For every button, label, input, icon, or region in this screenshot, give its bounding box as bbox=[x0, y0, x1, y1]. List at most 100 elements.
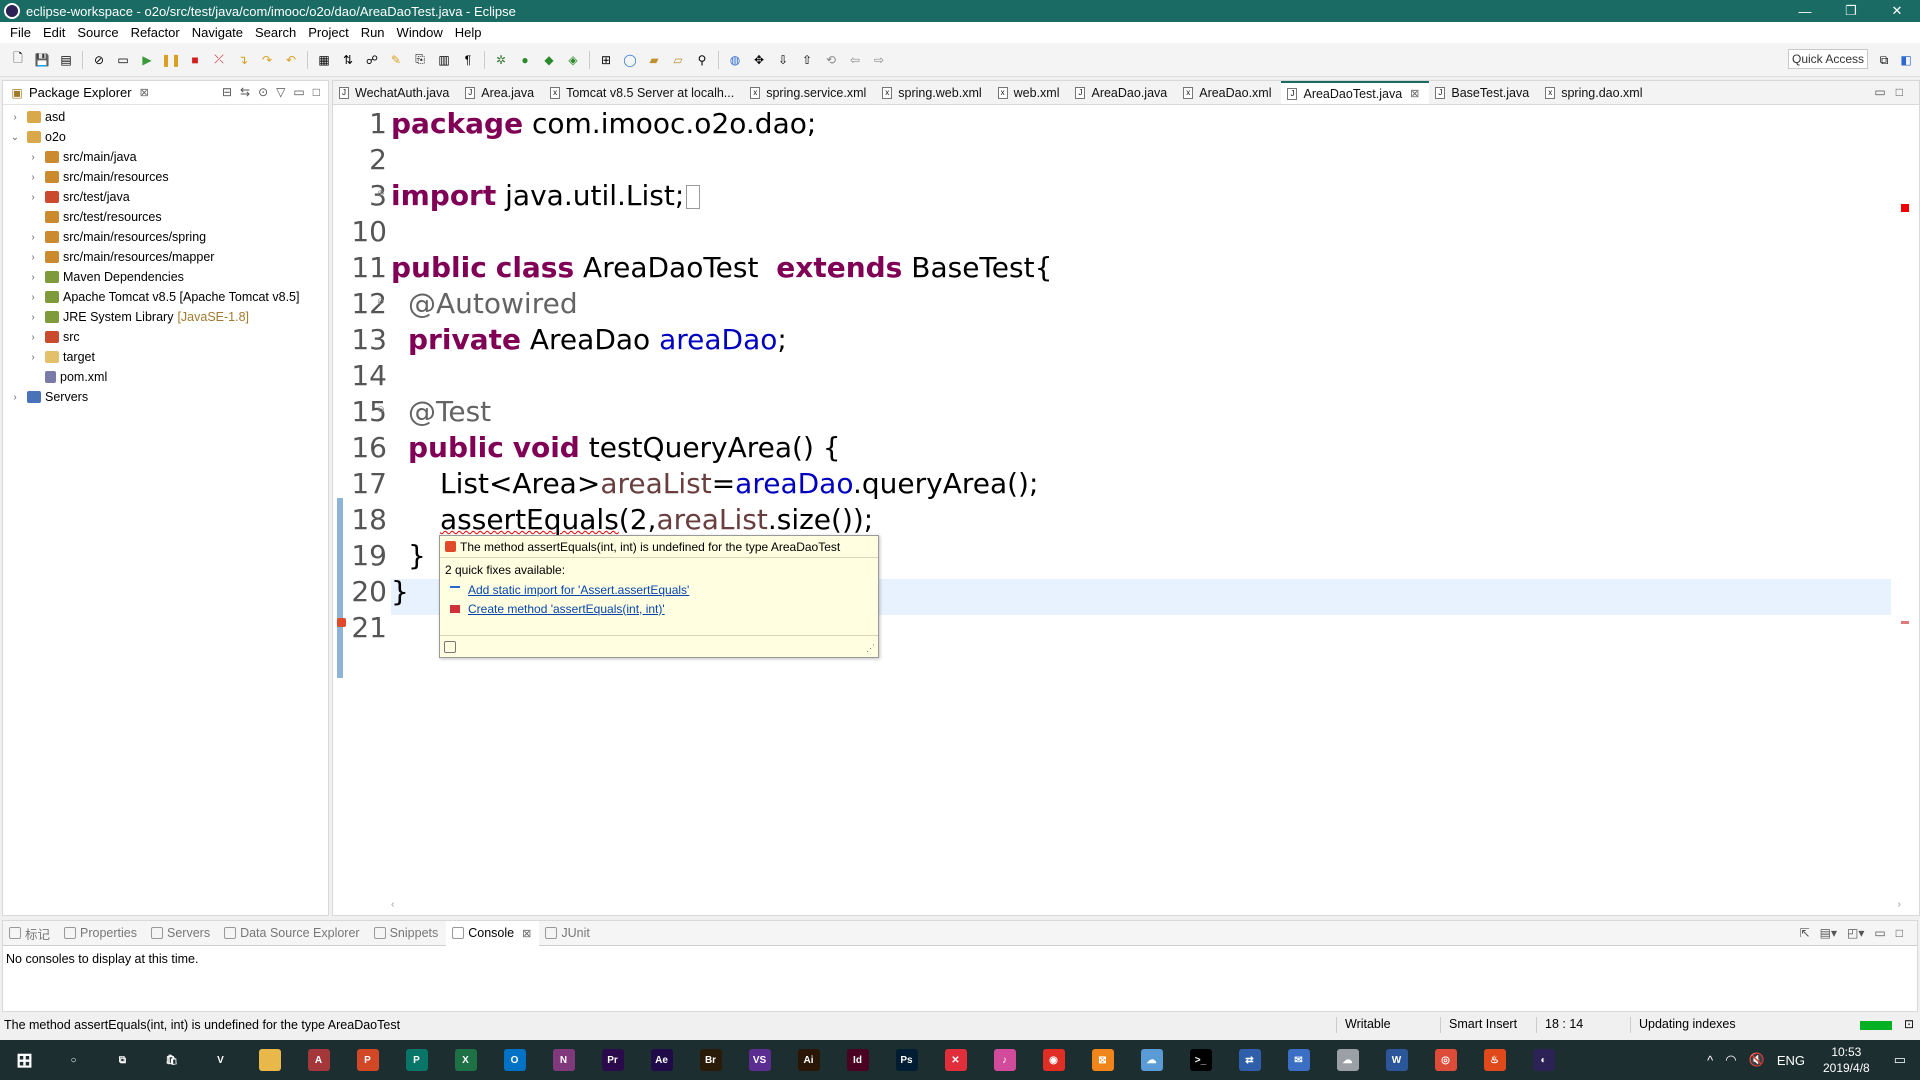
editor-tab[interactable]: x spring.service.xml bbox=[744, 81, 876, 104]
taskbar-app[interactable]: V bbox=[196, 1040, 245, 1080]
taskbar-app[interactable]: ⧉ bbox=[98, 1040, 147, 1080]
volume-icon[interactable]: 🔇 bbox=[1749, 1052, 1765, 1068]
tree-item[interactable]: › src/test/java bbox=[3, 187, 328, 207]
overview-line-marker[interactable] bbox=[1901, 621, 1909, 624]
maximize-view-icon[interactable]: □ bbox=[313, 85, 320, 99]
taskbar-app[interactable]: Br bbox=[686, 1040, 735, 1080]
editor-tab[interactable]: x spring.dao.xml bbox=[1539, 81, 1652, 104]
taskbar-app[interactable]: Id bbox=[833, 1040, 882, 1080]
close-button[interactable]: ✕ bbox=[1874, 0, 1920, 22]
forward-icon[interactable]: ⇨ bbox=[871, 52, 887, 68]
run-icon[interactable]: ● bbox=[517, 52, 533, 68]
resize-grip-icon[interactable]: ⋰ bbox=[866, 643, 875, 654]
tree-item[interactable]: › src/main/resources/mapper bbox=[3, 247, 328, 267]
block-selection-icon[interactable]: ▥ bbox=[436, 52, 452, 68]
link-editor-icon[interactable]: ⇆ bbox=[240, 85, 250, 99]
folded-imports-icon[interactable] bbox=[686, 185, 701, 209]
new-icon[interactable]: 🗋 bbox=[10, 51, 26, 68]
package-explorer-tab[interactable]: ▣ Package Explorer ⊠ ⊟ ⇆ ⊙ ▽ ▭ □ bbox=[3, 81, 328, 105]
collapsed-chevron-icon[interactable]: › bbox=[27, 272, 39, 283]
editor-tab[interactable]: x web.xml bbox=[992, 81, 1070, 104]
show-whitespace-icon[interactable]: ¶ bbox=[460, 52, 476, 68]
tree-item[interactable]: › src/main/resources bbox=[3, 167, 328, 187]
taskbar-app[interactable]: ○ bbox=[49, 1040, 98, 1080]
menu-help[interactable]: Help bbox=[449, 25, 488, 40]
taskbar-app[interactable]: ⇄ bbox=[1225, 1040, 1274, 1080]
minimize-panel-icon[interactable]: ▭ bbox=[1874, 926, 1885, 940]
bottom-tab[interactable]: Console ⊠ bbox=[446, 920, 540, 946]
display-console-icon[interactable]: ▤▾ bbox=[1820, 926, 1837, 940]
taskbar-app[interactable]: Ps bbox=[882, 1040, 931, 1080]
editor-tab[interactable]: J BaseTest.java bbox=[1429, 81, 1539, 104]
java-ee-perspective-icon[interactable]: ◧ bbox=[1898, 52, 1914, 68]
back-icon[interactable]: ⇦ bbox=[847, 52, 863, 68]
debug-resume-icon[interactable]: ▶ bbox=[139, 52, 155, 68]
step-into-icon[interactable]: ↴ bbox=[235, 52, 251, 68]
network-icon[interactable]: ◠ bbox=[1725, 1052, 1736, 1068]
menu-source[interactable]: Source bbox=[71, 25, 124, 40]
tree-item[interactable]: › src/main/java bbox=[3, 147, 328, 167]
taskbar-app[interactable]: 🛍 bbox=[147, 1040, 196, 1080]
taskbar-app[interactable]: P bbox=[392, 1040, 441, 1080]
taskbar-app[interactable]: W bbox=[1372, 1040, 1421, 1080]
open-console-icon[interactable]: ◰▾ bbox=[1847, 926, 1864, 940]
collapsed-chevron-icon[interactable]: › bbox=[27, 312, 39, 323]
tree-item[interactable]: ⌄ o2o bbox=[3, 127, 328, 147]
debug-icon[interactable]: ✲ bbox=[493, 52, 509, 68]
taskbar-app[interactable]: N bbox=[539, 1040, 588, 1080]
start-button[interactable]: ⊞ bbox=[0, 1040, 49, 1080]
editor-tab[interactable]: J AreaDao.java bbox=[1069, 81, 1177, 104]
focus-icon[interactable]: ⊙ bbox=[258, 85, 268, 99]
taskbar-app[interactable]: A bbox=[294, 1040, 343, 1080]
collapsed-chevron-icon[interactable]: › bbox=[27, 172, 39, 183]
collapsed-chevron-icon[interactable]: › bbox=[27, 192, 39, 203]
server-icon[interactable]: ▦ bbox=[316, 52, 332, 68]
tree-item[interactable]: › JRE System Library [JavaSE-1.8] bbox=[3, 307, 328, 327]
overview-ruler[interactable] bbox=[1901, 106, 1915, 891]
menu-window[interactable]: Window bbox=[391, 25, 449, 40]
tree-item[interactable]: › target bbox=[3, 347, 328, 367]
taskbar-app[interactable]: ◉ bbox=[1029, 1040, 1078, 1080]
fold-toggle-icon[interactable]: ⊖ bbox=[377, 404, 385, 415]
expanded-chevron-icon[interactable]: ⌄ bbox=[9, 132, 21, 143]
close-tab-icon[interactable]: ⊠ bbox=[522, 927, 531, 940]
menu-project[interactable]: Project bbox=[302, 25, 354, 40]
menu-refactor[interactable]: Refactor bbox=[125, 25, 186, 40]
bottom-tab[interactable]: 标记 bbox=[3, 924, 58, 943]
highlight-icon[interactable]: ✎ bbox=[388, 52, 404, 68]
tree-item[interactable]: pom.xml bbox=[3, 367, 328, 387]
notifications-icon[interactable]: ▭ bbox=[1894, 1052, 1906, 1068]
minimize-view-icon[interactable]: ▭ bbox=[293, 85, 304, 99]
menu-navigate[interactable]: Navigate bbox=[186, 25, 249, 40]
code-editor[interactable]: package com.imooc.o2o.dao; import java.u… bbox=[391, 106, 1891, 891]
taskbar-app[interactable]: ◐ bbox=[1519, 1040, 1568, 1080]
open-folder-icon[interactable]: ▰ bbox=[646, 52, 662, 68]
horizontal-scrollbar[interactable]: ‹ › bbox=[391, 899, 1901, 913]
maximize-button[interactable]: ❐ bbox=[1828, 0, 1874, 22]
taskbar-app[interactable]: Ae bbox=[637, 1040, 686, 1080]
tree-item[interactable]: › Servers bbox=[3, 387, 328, 407]
step-return-icon[interactable]: ↶ bbox=[283, 52, 299, 68]
tree-item[interactable]: src/test/resources bbox=[3, 207, 328, 227]
maximize-panel-icon[interactable]: □ bbox=[1896, 926, 1903, 940]
pin-icon[interactable]: ✥ bbox=[751, 52, 767, 68]
editor-tab[interactable]: x Tomcat v8.5 Server at localh... bbox=[544, 81, 744, 104]
search-tool-icon[interactable]: ⚲ bbox=[694, 52, 710, 68]
external-tools-icon[interactable]: ◈ bbox=[565, 52, 581, 68]
editor-tab[interactable]: J AreaDaoTest.java ⊠ bbox=[1281, 81, 1430, 104]
fold-toggle-icon[interactable]: ⊖ bbox=[377, 296, 385, 307]
view-menu-icon[interactable]: ▽ bbox=[276, 85, 285, 99]
taskbar-app[interactable]: ☁ bbox=[1127, 1040, 1176, 1080]
quick-fix-link-import[interactable]: Add static import for 'Assert.assertEqua… bbox=[468, 583, 689, 597]
next-annotation-icon[interactable]: ⇩ bbox=[775, 52, 791, 68]
editor-tab[interactable]: J WechatAuth.java bbox=[333, 81, 459, 104]
language-indicator[interactable]: ENG bbox=[1777, 1053, 1805, 1068]
collapsed-chevron-icon[interactable]: › bbox=[27, 232, 39, 243]
clock[interactable]: 10:53 2019/4/8 bbox=[1823, 1044, 1870, 1076]
disconnect-icon[interactable]: ⤫ bbox=[211, 52, 227, 68]
tree-item[interactable]: › Maven Dependencies bbox=[3, 267, 328, 287]
open-perspective-icon[interactable]: ⧉ bbox=[1876, 52, 1892, 68]
taskbar-app[interactable] bbox=[245, 1040, 294, 1080]
taskbar-app[interactable]: >_ bbox=[1176, 1040, 1225, 1080]
quick-fix-item[interactable]: Create method 'assertEquals(int, int)' bbox=[440, 599, 878, 618]
